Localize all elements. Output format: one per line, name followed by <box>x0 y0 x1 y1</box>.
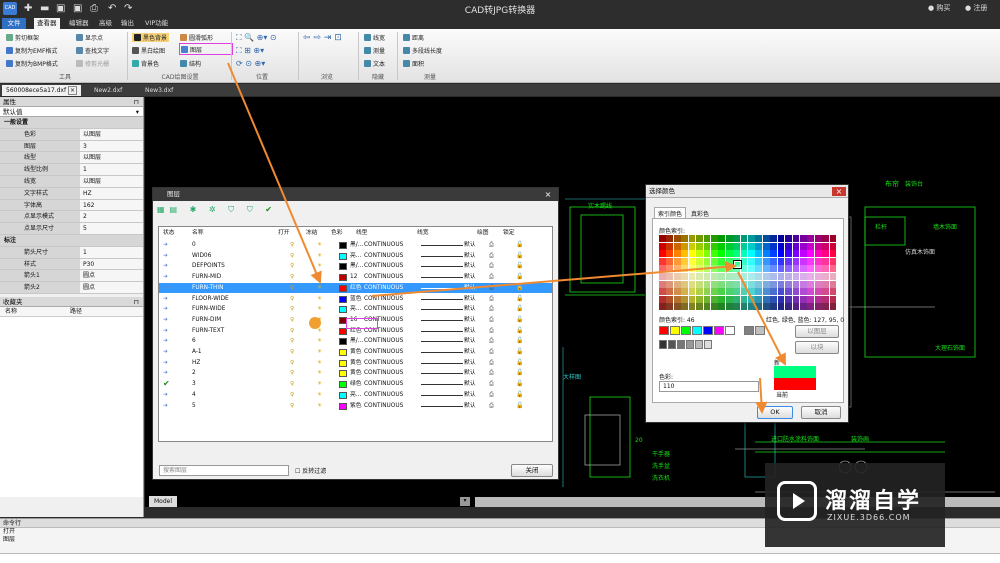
play-logo-icon <box>777 481 817 521</box>
watermark-url: ZIXUE.3D66.COM <box>827 513 911 522</box>
watermark: 溜溜自学 ZIXUE.3D66.COM <box>765 463 945 547</box>
watermark-brand: 溜溜自学 <box>825 489 922 514</box>
